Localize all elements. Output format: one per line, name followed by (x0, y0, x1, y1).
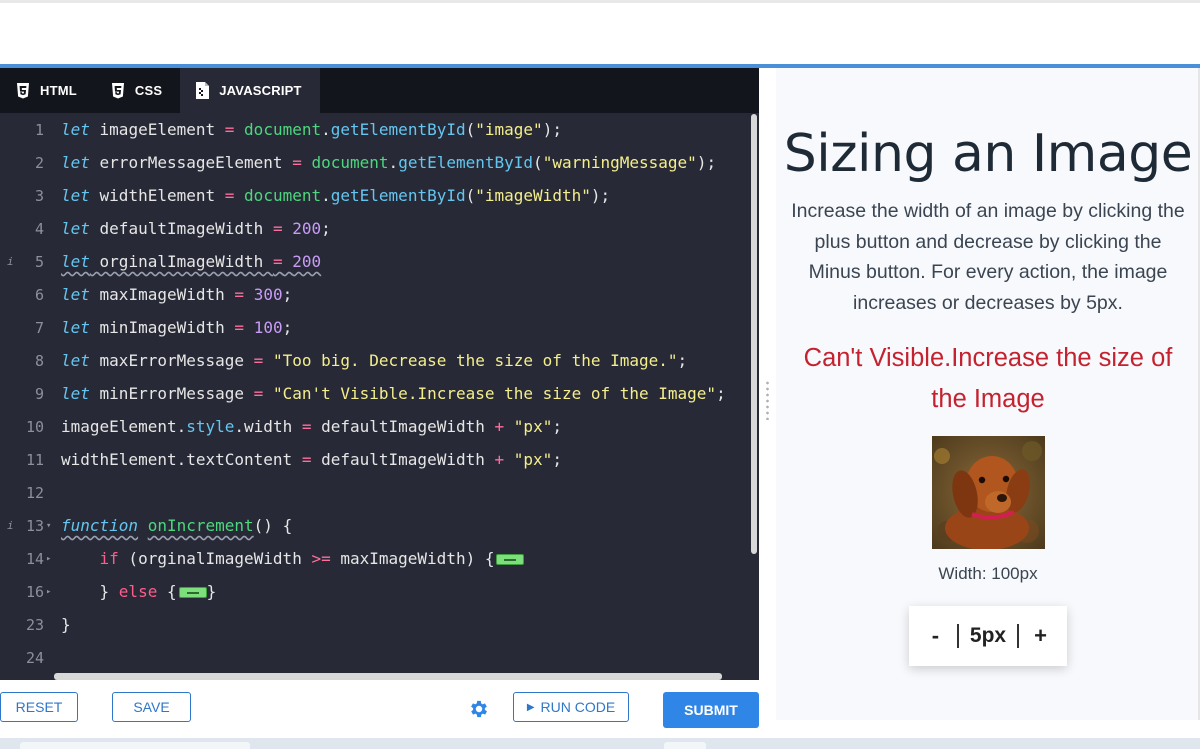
tab-label: CSS (134, 83, 163, 98)
code-line: 16 ▸ } else {} (0, 575, 759, 608)
description-text: Increase the width of an image by clicki… (791, 200, 1185, 314)
code-text: imageElement.style.width = defaultImageW… (61, 417, 562, 436)
line-number: 9 (34, 384, 44, 403)
code-text: let errorMessageElement = document.getEl… (61, 153, 717, 172)
code-line: i 5 let orginalImageWidth = 200 (0, 245, 759, 278)
code-editor[interactable]: HTML CSS JAVASCRIPT 1 let imageElement =… (0, 68, 759, 680)
css3-icon (111, 82, 124, 98)
js-file-icon (196, 82, 210, 99)
run-code-label: RUN CODE (540, 699, 616, 715)
play-icon: ▶ (526, 701, 535, 713)
line-number: 23 (25, 615, 44, 634)
folded-code-marker[interactable] (496, 554, 525, 565)
code-line: i 13 ▾ function onIncrement() { (0, 509, 759, 542)
line-number: 2 (34, 153, 44, 172)
stepper-divider (1017, 624, 1019, 648)
line-number: 5 (34, 252, 44, 271)
code-line: 2 let errorMessageElement = document.get… (0, 146, 759, 179)
fold-arrow-icon[interactable]: ▾ (46, 521, 51, 531)
code-area[interactable]: 1 let imageElement = document.getElement… (0, 113, 759, 680)
line-number: 4 (34, 219, 44, 238)
increment-button[interactable]: + (1026, 623, 1056, 649)
submit-button[interactable]: SUBMIT (663, 692, 759, 728)
width-label: Width: 100px (938, 564, 1038, 583)
line-number: 12 (25, 483, 44, 502)
editor-tabs: HTML CSS JAVASCRIPT (0, 68, 759, 113)
code-text: let maxErrorMessage = "Too big. Decrease… (61, 351, 688, 370)
decrement-button[interactable]: - (920, 623, 950, 649)
tab-css[interactable]: CSS (95, 68, 180, 113)
tab-html[interactable]: HTML (0, 68, 95, 113)
code-line: 9 let minErrorMessage = "Can't Visible.I… (0, 377, 759, 410)
code-text: let maxImageWidth = 300; (61, 285, 293, 304)
code-text: let imageElement = document.getElementBy… (61, 120, 562, 139)
taskbar-item[interactable] (664, 742, 706, 749)
code-text: let orginalImageWidth = 200 (61, 252, 322, 271)
dog-image (932, 436, 1045, 549)
line-number: 3 (34, 186, 44, 205)
code-text: function onIncrement() { (61, 516, 293, 535)
drag-handle-icon[interactable] (766, 380, 769, 420)
line-number: 10 (25, 417, 44, 436)
tab-label: HTML (40, 83, 77, 98)
page-title: Sizing an Image (783, 124, 1193, 184)
code-text: let minErrorMessage = "Can't Visible.Inc… (61, 384, 726, 403)
code-line: 14 ▸ if (orginalImageWidth >= maxImageWi… (0, 542, 759, 575)
line-number: 1 (34, 120, 44, 139)
size-stepper: - 5px + (909, 606, 1067, 666)
tab-label: JAVASCRIPT (219, 83, 302, 98)
tab-javascript[interactable]: JAVASCRIPT (180, 68, 320, 113)
code-line: 12 (0, 476, 759, 509)
gear-icon[interactable] (468, 698, 490, 720)
code-line: 7 let minImageWidth = 100; (0, 311, 759, 344)
stepper-divider (957, 624, 959, 648)
code-line: 23 } (0, 608, 759, 641)
code-text: if (orginalImageWidth >= maxImageWidth) … (61, 549, 525, 568)
line-number: 24 (25, 648, 44, 667)
code-line: 1 let imageElement = document.getElement… (0, 113, 759, 146)
save-button[interactable]: SAVE (112, 692, 191, 722)
code-line: 8 let maxErrorMessage = "Too big. Decrea… (0, 344, 759, 377)
code-text: let widthElement = document.getElementBy… (61, 186, 611, 205)
html5-icon (17, 82, 29, 98)
output-preview: Sizing an Image Increase the width of an… (776, 68, 1200, 720)
code-text: } (61, 615, 71, 634)
editor-toolbar: RESET SAVE ▶ RUN CODE SUBMIT (0, 680, 776, 738)
code-line: 4 let defaultImageWidth = 200; (0, 212, 759, 245)
warning-message: Can't Visible.Increase the size of the I… (803, 344, 1173, 413)
code-text: let defaultImageWidth = 200; (61, 219, 331, 238)
code-text: widthElement.textContent = defaultImageW… (61, 450, 562, 469)
reset-button[interactable]: RESET (0, 692, 78, 722)
taskbar-item[interactable] (20, 742, 250, 749)
line-number: 7 (34, 318, 44, 337)
fold-arrow-icon[interactable]: ▸ (46, 587, 51, 597)
code-line: 10 imageElement.style.width = defaultIma… (0, 410, 759, 443)
line-number: 8 (34, 351, 44, 370)
browser-top-area (0, 0, 1200, 64)
code-line: 11 widthElement.textContent = defaultIma… (0, 443, 759, 476)
run-code-button[interactable]: ▶ RUN CODE (513, 692, 629, 722)
folded-code-marker[interactable] (178, 587, 207, 598)
code-text: } else {} (61, 582, 217, 601)
horizontal-scrollbar[interactable] (54, 673, 722, 680)
line-number: 14 (25, 549, 44, 568)
code-line: 24 (0, 641, 759, 674)
line-number: 11 (25, 450, 44, 469)
code-line: 3 let widthElement = document.getElement… (0, 179, 759, 212)
step-value: 5px (969, 624, 1007, 647)
code-text: let minImageWidth = 100; (61, 318, 293, 337)
code-line: 6 let maxImageWidth = 300; (0, 278, 759, 311)
line-number: 13 (25, 516, 44, 535)
fold-arrow-icon[interactable]: ▸ (46, 554, 51, 564)
line-number: 16 (25, 582, 44, 601)
vertical-scrollbar[interactable] (751, 114, 757, 554)
line-number: 6 (34, 285, 44, 304)
bottom-taskbar (0, 738, 1200, 749)
